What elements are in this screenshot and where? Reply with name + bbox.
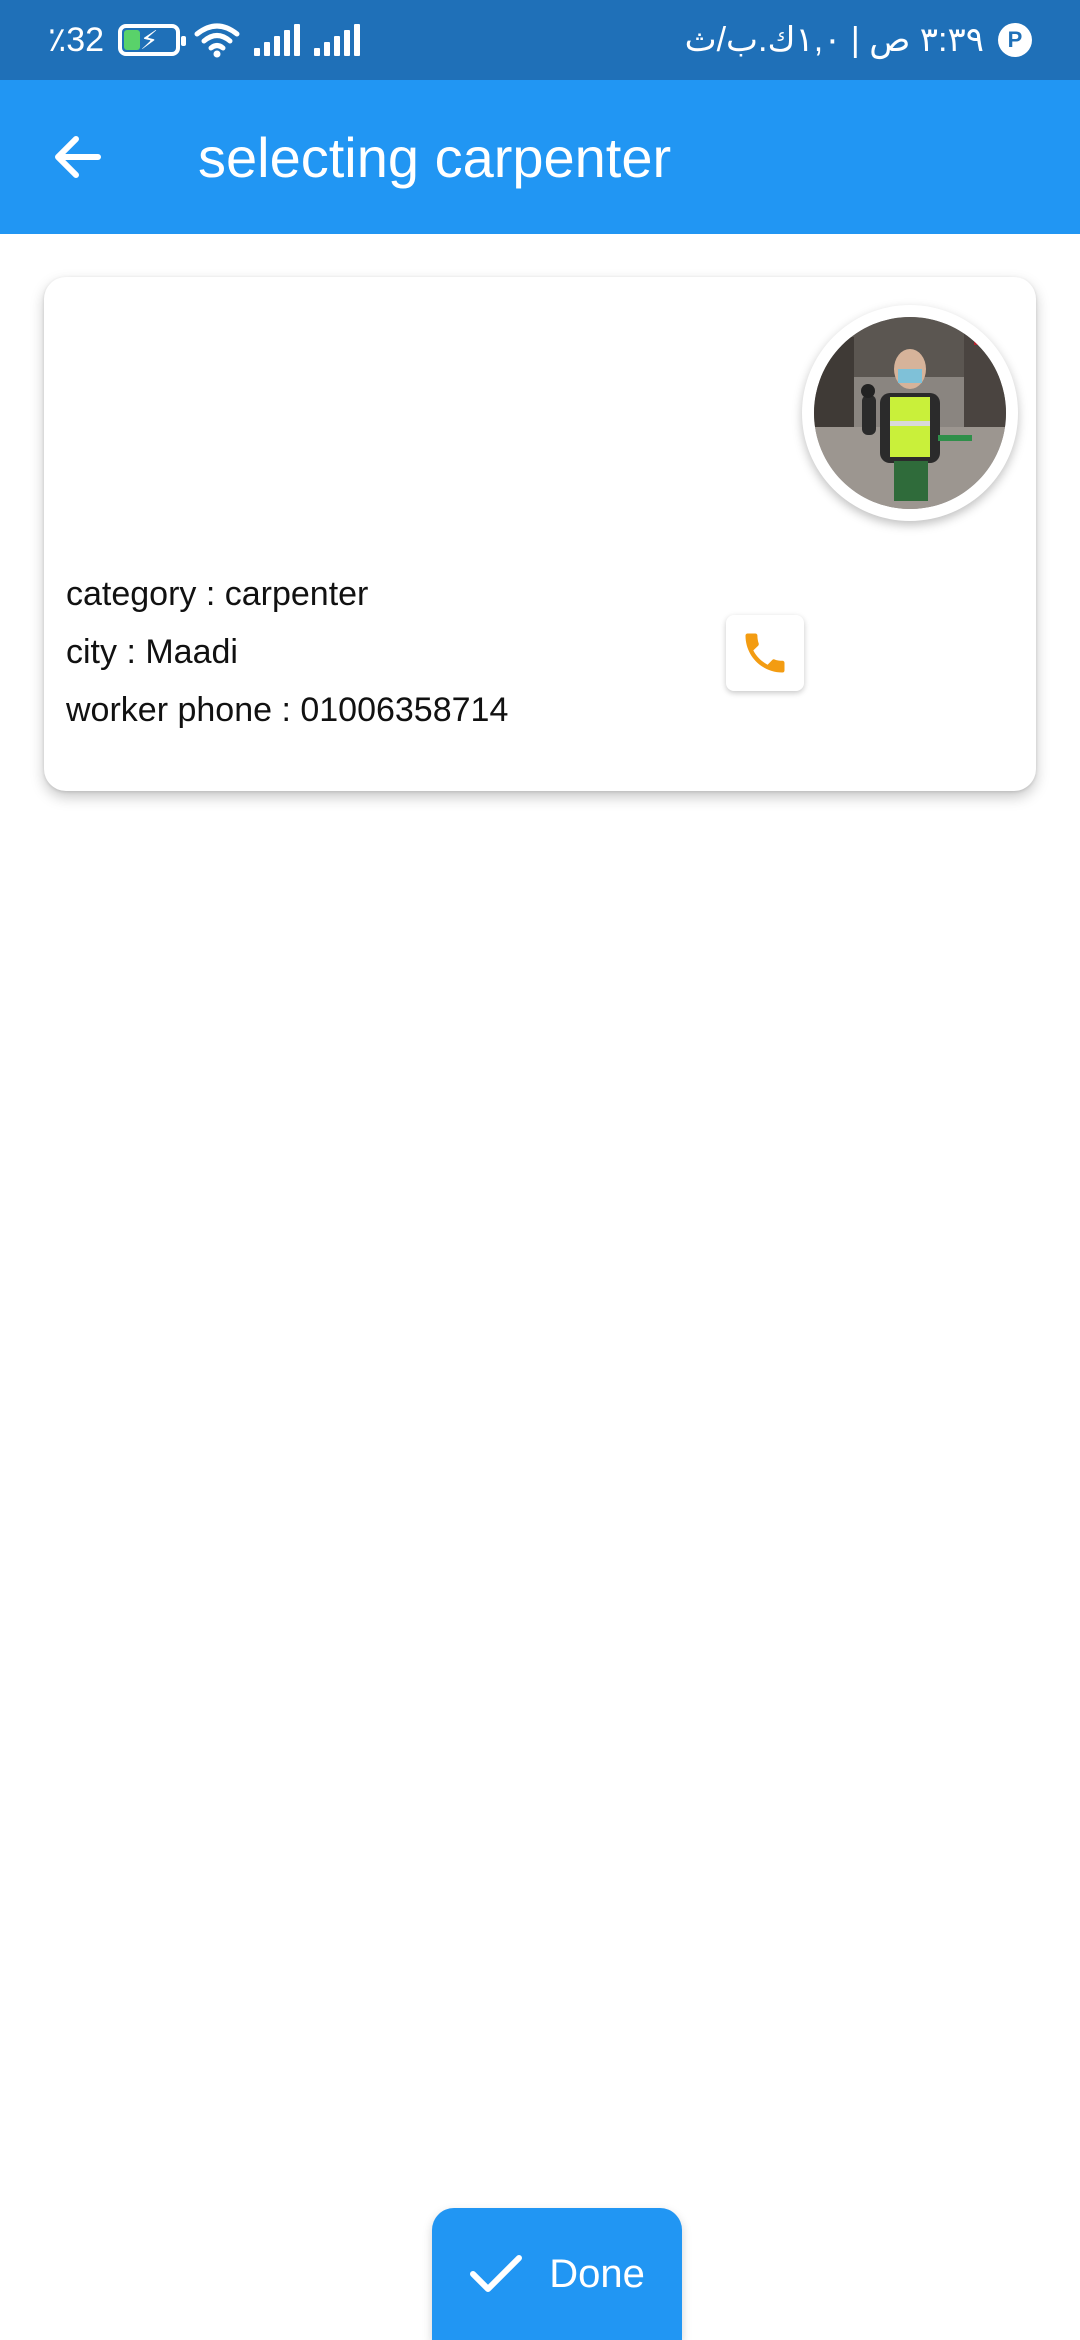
worker-city: city : Maadi: [66, 633, 238, 671]
app-indicator-icon: P: [998, 23, 1032, 57]
app-bar: selecting carpenter: [0, 80, 1080, 234]
signal-icon: [254, 24, 301, 56]
status-left: ٪32 ⚡: [48, 20, 361, 60]
check-icon: [470, 2255, 523, 2292]
battery-charging-icon: ⚡: [118, 24, 187, 56]
wifi-icon: [194, 23, 240, 58]
status-time: ٣:٣٩ ص | ١,٠ك.ب/ث: [684, 21, 984, 59]
status-bar: ٪32 ⚡ P ٣:٣٩ ص | ١,٠ك.ب/ث: [0, 0, 1080, 80]
done-label: Done: [549, 2251, 645, 2296]
signal-icon: [314, 24, 361, 56]
page-title: selecting carpenter: [198, 125, 672, 189]
worker-phone: worker phone : 01006358714: [66, 691, 509, 729]
avatar: [802, 305, 1018, 521]
done-button[interactable]: Done: [432, 2208, 682, 2340]
worker-card: category : carpenter city : Maadi worker…: [44, 277, 1036, 791]
phone-icon: [745, 633, 785, 673]
worker-photo: [814, 317, 1006, 509]
call-button[interactable]: [726, 615, 804, 691]
back-button[interactable]: [40, 120, 114, 194]
status-right: P ٣:٣٩ ص | ١,٠ك.ب/ث: [685, 20, 1032, 60]
arrow-back-icon: [55, 136, 101, 178]
battery-percent: ٪32: [48, 21, 105, 59]
worker-category: category : carpenter: [66, 575, 369, 613]
